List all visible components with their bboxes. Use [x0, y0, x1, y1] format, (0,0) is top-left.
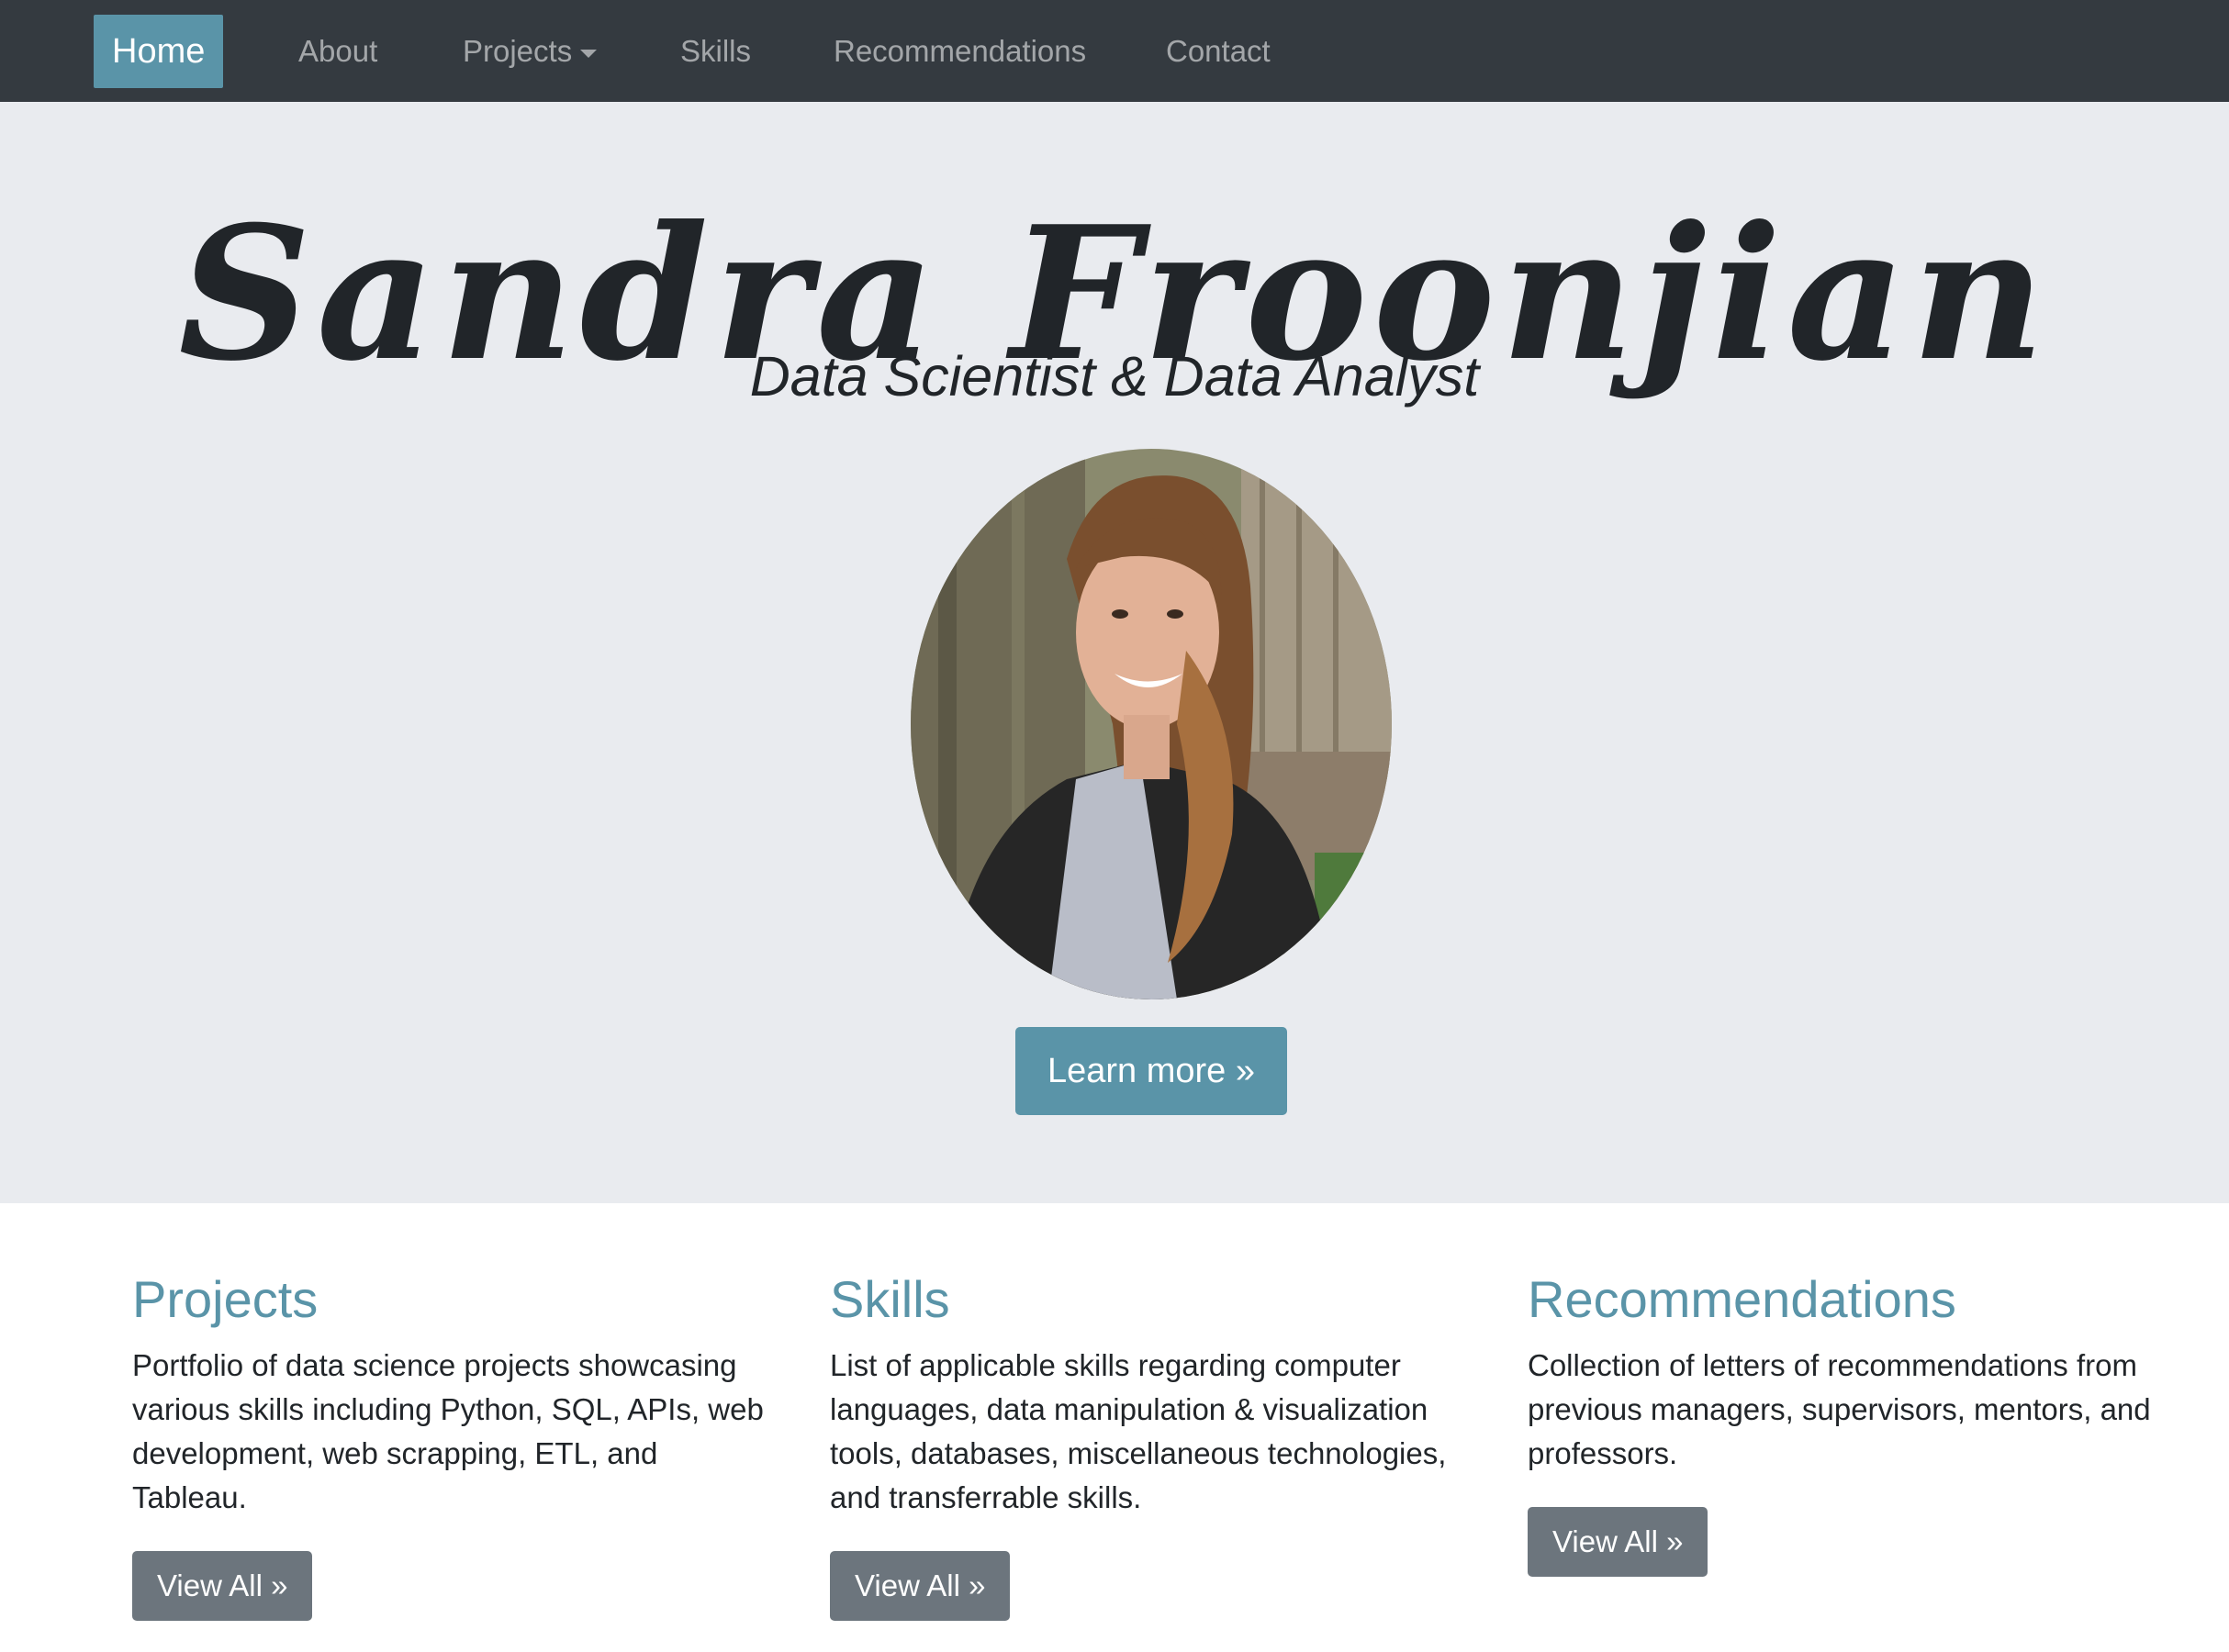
skills-description: List of applicable skills regarding comp…: [830, 1348, 1447, 1514]
recommendations-view-all-button[interactable]: View All »: [1528, 1507, 1708, 1577]
projects-description: Portfolio of data science projects showc…: [132, 1348, 764, 1514]
nav-skills[interactable]: Skills: [680, 15, 751, 88]
nav-about[interactable]: About: [298, 15, 377, 88]
skills-heading: Skills: [830, 1270, 950, 1328]
skills-view-all-button[interactable]: View All »: [830, 1551, 1011, 1621]
projects-view-all-button[interactable]: View All »: [132, 1551, 313, 1621]
recommendations-card: Recommendations Collection of letters of…: [1528, 1267, 2170, 1577]
nav-projects-dropdown[interactable]: Projects: [463, 15, 598, 88]
hero-subtitle: Data Scientist & Data Analyst: [749, 345, 1480, 407]
nav-home[interactable]: Home: [94, 15, 224, 88]
nav-recommendations[interactable]: Recommendations: [834, 15, 1086, 88]
hero-jumbotron: Sandra Froonjian Data Scientist & Data A…: [0, 102, 2229, 1203]
projects-heading: Projects: [132, 1270, 319, 1328]
skills-card: Skills List of applicable skills regardi…: [830, 1267, 1473, 1621]
top-navbar: Home About Projects Skills Recommendatio…: [0, 0, 2229, 102]
chevron-down-icon: [580, 49, 598, 58]
profile-photo-illustration: [911, 449, 1392, 999]
nav-contact[interactable]: Contact: [1166, 15, 1271, 88]
recommendations-heading: Recommendations: [1528, 1270, 1956, 1328]
learn-more-button[interactable]: Learn more »: [1015, 1027, 1287, 1115]
nav-projects-label: Projects: [463, 34, 573, 68]
projects-card: Projects Portfolio of data science proje…: [132, 1267, 775, 1621]
recommendations-description: Collection of letters of recommendations…: [1528, 1348, 2151, 1470]
profile-photo: [911, 449, 1392, 999]
